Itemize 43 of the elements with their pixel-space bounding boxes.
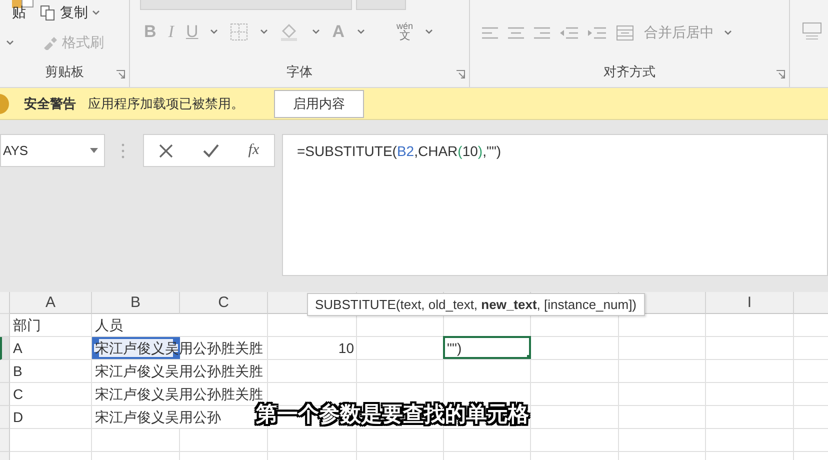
font-size-field[interactable]: [356, 0, 406, 10]
merge-icon[interactable]: [616, 25, 634, 41]
caret-icon[interactable]: [6, 40, 14, 46]
group-label: 剪贴板: [44, 63, 85, 81]
caret-icon[interactable]: [210, 29, 218, 35]
caret-icon[interactable]: [425, 29, 434, 35]
grip-icon: [121, 143, 125, 159]
row-header[interactable]: [0, 337, 10, 360]
increase-indent-icon[interactable]: [588, 27, 606, 39]
warning-message: 应用程序加载项已被禁用。: [88, 94, 244, 112]
formula-input[interactable]: =SUBSTITUTE(B2,CHAR(10),""): [282, 134, 828, 276]
column-header[interactable]: I: [706, 292, 794, 314]
name-box[interactable]: AYS: [0, 134, 105, 167]
dialog-launcher-icon[interactable]: [116, 70, 125, 79]
warning-title: 安全警告: [24, 94, 76, 112]
warning-icon: [0, 92, 10, 114]
caret-icon[interactable]: [356, 29, 365, 35]
align-icon[interactable]: [508, 27, 524, 39]
group-label: 对齐方式: [602, 63, 656, 81]
phonetic-button[interactable]: wén 文: [396, 22, 414, 42]
function-tooltip: SUBSTITUTE(text, old_text, new_text, [instance_num]): [307, 293, 645, 316]
group-label: 字体: [286, 63, 314, 81]
copy-icon[interactable]: [40, 5, 56, 21]
caret-icon[interactable]: [260, 29, 268, 35]
brush-icon[interactable]: [42, 36, 58, 50]
close-icon[interactable]: [158, 144, 173, 158]
copy-label[interactable]: 复制: [60, 4, 88, 22]
font-name-field[interactable]: [140, 0, 352, 10]
border-icon[interactable]: [230, 23, 248, 41]
dialog-launcher-icon[interactable]: [456, 70, 465, 79]
insert-function-button[interactable]: fx: [248, 142, 260, 159]
enable-content-button[interactable]: 启用内容: [274, 90, 364, 118]
dialog-launcher-icon[interactable]: [776, 70, 785, 79]
check-icon[interactable]: [202, 144, 219, 158]
paste-label[interactable]: 贴: [12, 4, 26, 22]
align-icon[interactable]: [482, 27, 498, 39]
align-icon[interactable]: [534, 27, 550, 39]
caret-icon[interactable]: [312, 29, 320, 35]
caret-icon[interactable]: [92, 10, 100, 16]
decrease-indent-icon[interactable]: [560, 27, 578, 39]
caret-icon[interactable]: [724, 30, 732, 36]
select-all-corner[interactable]: [0, 292, 10, 314]
table-cell[interactable]: ""): [444, 337, 531, 360]
